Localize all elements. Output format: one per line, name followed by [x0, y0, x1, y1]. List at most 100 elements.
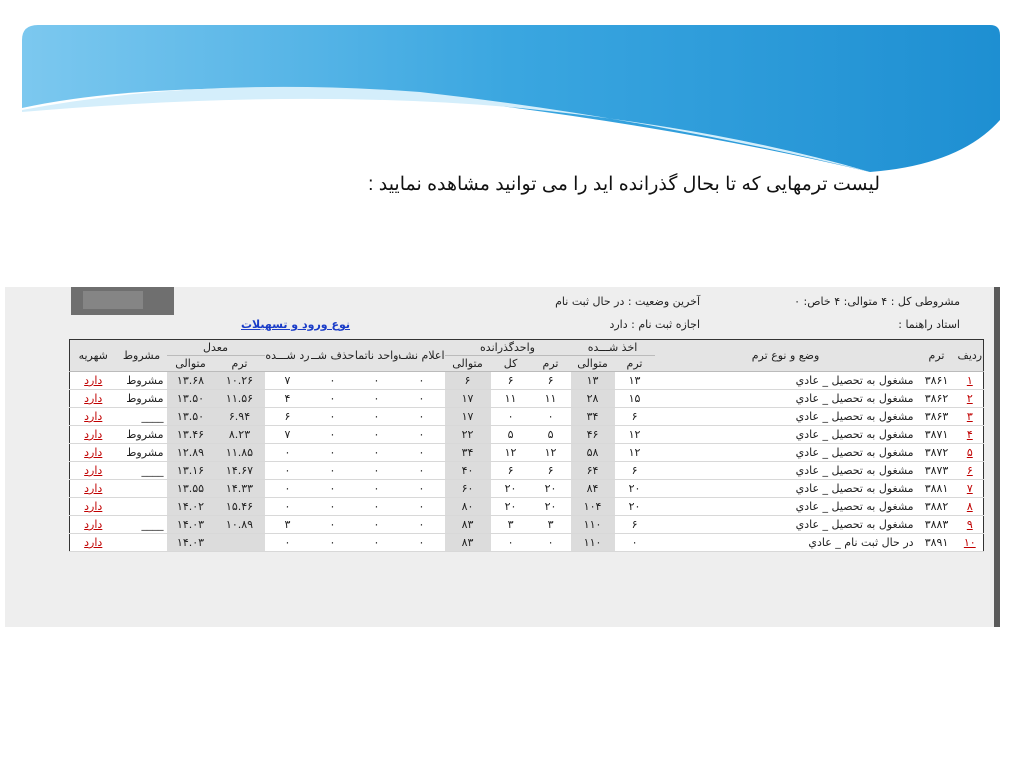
taken-cum-cell: ۸۴ — [570, 479, 615, 498]
taken-term-cell: ۶ — [614, 515, 655, 534]
tuition-cell[interactable]: دارد — [69, 425, 117, 444]
deleted-cell: ۰ — [310, 533, 355, 552]
tuition-cell[interactable]: دارد — [69, 389, 117, 408]
conditional-cell: مشروط — [116, 425, 167, 444]
rejected-cell: ۰ — [264, 533, 311, 552]
entry-type-link[interactable]: نوع ورود و تسهیلات — [241, 318, 350, 331]
passed-cum-cell: ۱۷ — [444, 407, 491, 426]
tuition-cell[interactable]: دارد — [69, 443, 117, 462]
col-not-announced: اعلام نشـده — [398, 339, 445, 372]
row-index-link[interactable]: ۶ — [956, 461, 984, 480]
col-taken-term: ترم — [614, 355, 655, 372]
row-index-link[interactable]: ۳ — [967, 410, 973, 423]
not-announced-cell: ۰ — [398, 389, 445, 408]
avg-cum-cell: ۱۴.۰۳ — [166, 533, 215, 552]
not-announced-cell: ۰ — [398, 407, 445, 426]
header-wave-decoration — [22, 25, 1000, 172]
col-avg-term: ترم — [214, 355, 265, 372]
row-index-link[interactable]: ۷ — [956, 479, 984, 498]
row-index-link[interactable]: ۲ — [956, 389, 984, 408]
avg-cum-cell: ۱۳.۶۸ — [166, 371, 215, 390]
tuition-cell[interactable]: دارد — [69, 515, 117, 534]
row-index-link[interactable]: ۱ — [967, 374, 973, 387]
deleted-cell: ۰ — [310, 425, 355, 444]
passed-cum-cell: ۱۷ — [444, 389, 491, 408]
col-rejected: رد شـــده — [264, 339, 311, 372]
tuition-cell[interactable]: دارد — [69, 479, 117, 498]
taken-term-cell: ۱۳ — [614, 371, 655, 390]
table-row: ۲ ۳۸۶۲ مشغول به تحصیل _ عادي ۱۵ ۲۸ ۱۱ ۱۱ ۱۷ ۰ ۰ ۰ ۴… — [69, 389, 984, 408]
tuition-cell[interactable]: دارد — [69, 407, 117, 426]
tuition-cell[interactable]: دارد — [69, 461, 117, 480]
slide-title: لیست ترمهایی که تا بحال گذرانده اید را م… — [368, 174, 880, 195]
taken-cum-cell: ۱۱۰ — [570, 533, 615, 552]
row-index-link[interactable]: ۹ — [956, 515, 984, 534]
term-cell: ۳۸۶۳ — [916, 407, 957, 426]
passed-total-cell: ۳ — [490, 515, 531, 534]
term-cell: ۳۸۶۲ — [916, 389, 957, 408]
not-announced-cell: ۰ — [398, 425, 445, 444]
avg-term-cell: ۱۱.۵۶ — [214, 389, 265, 408]
status-cell: مشغول به تحصیل _ عادي — [654, 371, 917, 390]
row-index-link[interactable]: ۴ — [967, 428, 973, 441]
taken-cum-cell: ۴۶ — [570, 425, 615, 444]
passed-term-cell: ۰ — [530, 407, 571, 426]
table-row: ۸ ۳۸۸۲ مشغول به تحصیل _ عادي ۲۰ ۱۰۴ ۲۰ ۲۰ ۸۰ ۰ ۰ ۰… — [69, 497, 984, 516]
passed-cum-cell: ۶۰ — [444, 479, 491, 498]
not-announced-cell: ۰ — [398, 497, 445, 516]
passed-total-cell: ۰ — [490, 407, 531, 426]
avg-term-cell — [214, 533, 265, 552]
passed-total-cell: ۶ — [490, 371, 531, 390]
tuition-cell[interactable]: دارد — [69, 371, 117, 390]
row-index-link[interactable]: ۹ — [967, 518, 973, 531]
passed-total-cell: ۱۲ — [490, 443, 531, 462]
row-index-link[interactable]: ۷ — [967, 482, 973, 495]
tuition-cell[interactable]: دارد — [69, 533, 117, 552]
row-index-link[interactable]: ۵ — [956, 443, 984, 462]
group-header-row: ردیف ترم وضع و نوع ترم اخذ شـــده واحدگذ… — [69, 339, 984, 372]
col-passed-term: ترم — [530, 355, 571, 372]
passed-total-cell: ۵ — [490, 425, 531, 444]
row-index-link[interactable]: ۶ — [967, 464, 973, 477]
row-index-link[interactable]: ۸ — [967, 500, 973, 513]
conditional-cell: ____ — [116, 461, 167, 480]
col-status: وضع و نوع ترم — [654, 339, 917, 372]
term-cell: ۳۸۸۲ — [916, 497, 957, 516]
avg-cum-cell: ۱۳.۵۰ — [166, 407, 215, 426]
row-index-link[interactable]: ۱۰ — [956, 533, 984, 552]
group-taken: اخذ شـــده — [570, 339, 655, 356]
term-cell: ۳۸۸۳ — [916, 515, 957, 534]
avg-term-cell: ۱۴.۳۳ — [214, 479, 265, 498]
passed-term-cell: ۳ — [530, 515, 571, 534]
passed-cum-cell: ۸۳ — [444, 533, 491, 552]
avg-term-cell: ۱۱.۸۵ — [214, 443, 265, 462]
rejected-cell: ۰ — [264, 497, 311, 516]
row-index-link[interactable]: ۴ — [956, 425, 984, 444]
status-cell: مشغول به تحصیل _ عادي — [654, 443, 917, 462]
row-index-link[interactable]: ۱۰ — [964, 536, 976, 549]
tuition-cell[interactable]: دارد — [69, 497, 117, 516]
conditional-summary: مشروطی کل : ۴ متوالی: ۴ خاص: ۰ — [794, 295, 960, 308]
row-index-link[interactable]: ۲ — [967, 392, 973, 405]
passed-cum-cell: ۴۰ — [444, 461, 491, 480]
conditional-cell: ____ — [116, 407, 167, 426]
avg-term-cell: ۱۰.۲۶ — [214, 371, 265, 390]
incomplete-cell: ۰ — [354, 371, 399, 390]
row-index-link[interactable]: ۸ — [956, 497, 984, 516]
passed-cum-cell: ۳۴ — [444, 443, 491, 462]
table-row: ۴ ۳۸۷۱ مشغول به تحصیل _ عادي ۱۲ ۴۶ ۵ ۵ ۲۲ ۰ ۰ ۰ ۷ ۸.… — [69, 425, 984, 444]
rejected-cell: ۷ — [264, 371, 311, 390]
status-cell: مشغول به تحصیل _ عادي — [654, 515, 917, 534]
taken-term-cell: ۰ — [614, 533, 655, 552]
not-announced-cell: ۰ — [398, 443, 445, 462]
passed-total-cell: ۱۱ — [490, 389, 531, 408]
row-index-link[interactable]: ۵ — [967, 446, 973, 459]
group-passed: واحدگذرانده — [444, 339, 571, 356]
row-index-link[interactable]: ۳ — [956, 407, 984, 426]
status-cell: مشغول به تحصیل _ عادي — [654, 497, 917, 516]
incomplete-cell: ۰ — [354, 497, 399, 516]
term-cell: ۳۸۸۱ — [916, 479, 957, 498]
avg-cum-cell: ۱۲.۸۹ — [166, 443, 215, 462]
row-index-link[interactable]: ۱ — [956, 371, 984, 390]
rejected-cell: ۰ — [264, 461, 311, 480]
